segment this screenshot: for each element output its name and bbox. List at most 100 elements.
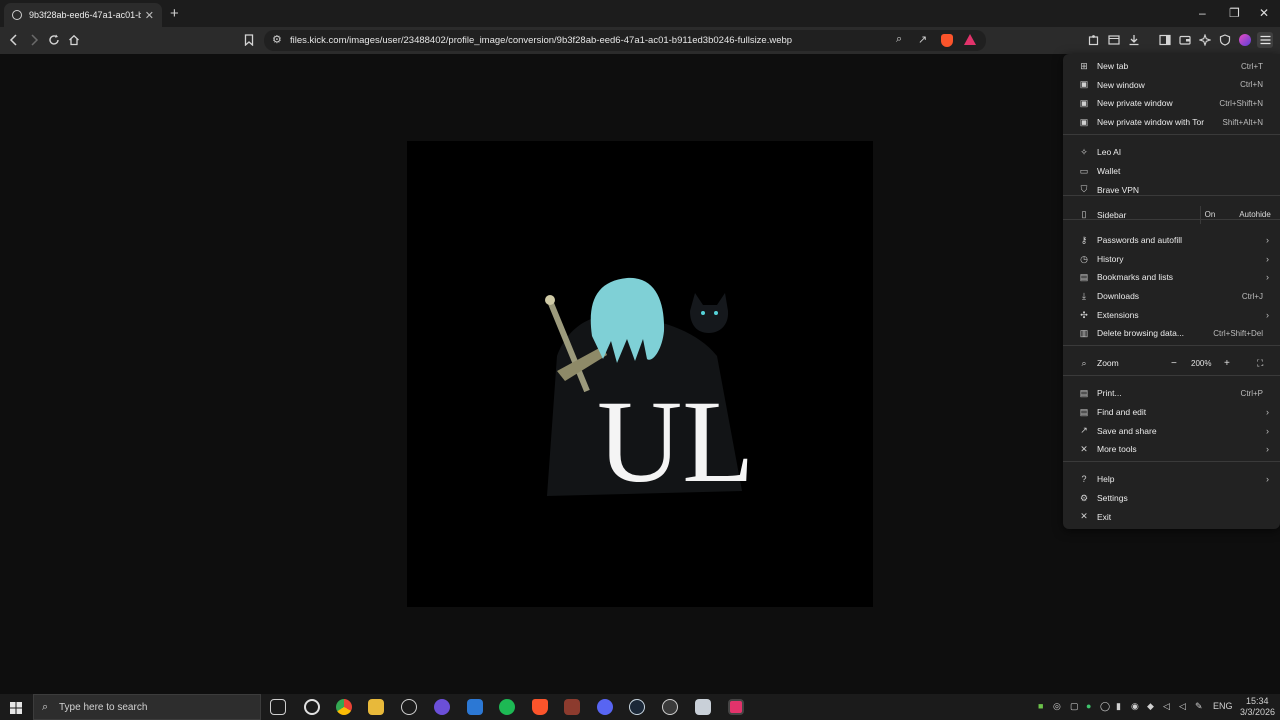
reload-icon[interactable]: [46, 32, 62, 48]
menu-item-extensions[interactable]: ✣ Extensions ›: [1063, 306, 1280, 324]
sidebar-options-divider: [1200, 205, 1201, 224]
tray-steam-icon[interactable]: ◉: [1131, 701, 1139, 712]
taskbar-search-input[interactable]: ⌕ Type here to search: [33, 694, 261, 720]
brave-rewards-icon[interactable]: [964, 34, 976, 45]
steelseries-icon[interactable]: [304, 699, 320, 715]
zoom-in-button[interactable]: +: [1224, 358, 1230, 369]
menu-item-zoom[interactable]: ⌕ Zoom − 200% + ⛶: [1063, 354, 1280, 372]
wallet-toolbar-icon[interactable]: [1177, 32, 1193, 48]
sidebar-toggle-icon[interactable]: [1157, 32, 1173, 48]
tray-monitor-icon[interactable]: ▢: [1070, 701, 1079, 712]
task-view-icon[interactable]: [270, 699, 286, 715]
spotify-icon[interactable]: [499, 699, 515, 715]
tor-window-icon: ▣: [1079, 116, 1089, 127]
address-bar[interactable]: ⚙ files.kick.com/images/user/23488402/pr…: [264, 30, 986, 51]
tray-language[interactable]: ENG: [1213, 701, 1233, 711]
menu-shortcut: Ctrl+Shift+Del: [1213, 328, 1263, 338]
menu-item-new-private-window-with-tor[interactable]: ▣ New private window with Tor Shift+Alt+N: [1063, 113, 1280, 131]
restore-button[interactable]: ❐: [1229, 6, 1240, 20]
tab-capture-icon[interactable]: [1106, 32, 1122, 48]
menu-item-new-private-window[interactable]: ▣ New private window Ctrl+Shift+N: [1063, 94, 1280, 112]
brave-active-icon[interactable]: [728, 699, 744, 715]
tab-title: 9b3f28ab-eed6-47a1-ac01-b911ed3b0246-ful…: [29, 10, 141, 20]
steam-icon[interactable]: [629, 699, 645, 715]
menu-item-leo-ai[interactable]: ✧ Leo AI: [1063, 143, 1280, 161]
new-tab-button[interactable]: +: [170, 5, 179, 22]
minimize-button[interactable]: –: [1199, 6, 1206, 20]
tray-ime-icon[interactable]: ✎: [1195, 701, 1203, 712]
menu-item-label: Passwords and autofill: [1097, 235, 1183, 245]
profile-avatar-icon[interactable]: [1237, 32, 1253, 48]
browser-tab[interactable]: 9b3f28ab-eed6-47a1-ac01-b911ed3b0246-ful…: [4, 3, 162, 27]
sidebar-option-on[interactable]: On: [1200, 206, 1220, 224]
share-page-icon[interactable]: ↗: [918, 33, 927, 46]
menu-item-help[interactable]: ? Help ›: [1063, 470, 1280, 488]
menu-item-wallet[interactable]: ▭ Wallet: [1063, 162, 1280, 180]
menu-item-exit[interactable]: ✕ Exit: [1063, 508, 1280, 526]
sidebar-option-autohide[interactable]: Autohide: [1234, 206, 1276, 224]
tray-nvidia-icon[interactable]: ■: [1038, 701, 1043, 711]
forward-icon[interactable]: [26, 32, 42, 48]
zoom-magnifier-icon[interactable]: ⌕: [896, 33, 902, 46]
home-icon[interactable]: [66, 32, 82, 48]
menu-item-new-tab[interactable]: ⊞ New tab Ctrl+T: [1063, 57, 1280, 75]
menu-item-new-window[interactable]: ▣ New window Ctrl+N: [1063, 76, 1280, 94]
menu-item-delete-browsing-data[interactable]: ▥ Delete browsing data... Ctrl+Shift+Del: [1063, 324, 1280, 342]
menu-separator: [1063, 461, 1280, 462]
tray-network-icon[interactable]: ◆: [1147, 701, 1154, 712]
new-tab-icon: ⊞: [1080, 60, 1088, 71]
menu-item-more-tools[interactable]: ✕ More tools ›: [1063, 440, 1280, 458]
tray-status-icon[interactable]: ●: [1086, 701, 1091, 711]
tray-speaker-icon[interactable]: ◁: [1179, 701, 1186, 712]
menu-item-sidebar[interactable]: ▯SidebarOnAutohideOff: [1063, 205, 1280, 224]
brave-shields-icon[interactable]: [941, 34, 953, 47]
tray-time[interactable]: 15:34: [1246, 696, 1269, 706]
menu-item-label: New window: [1097, 79, 1145, 90]
tray-ring-icon[interactable]: ◯: [1100, 701, 1110, 712]
menu-item-bookmarks-and-lists[interactable]: ▤ Bookmarks and lists ›: [1063, 268, 1280, 286]
menu-item-find-and-edit[interactable]: ▤ Find and edit ›: [1063, 403, 1280, 421]
extensions-icon: ✣: [1080, 309, 1088, 320]
menu-item-settings[interactable]: ⚙ Settings: [1063, 489, 1280, 507]
site-info-icon[interactable]: ⚙: [272, 33, 282, 46]
window-close-button[interactable]: ✕: [1259, 6, 1269, 20]
chrome-icon[interactable]: [336, 699, 352, 715]
bookmarks-icon: ▤: [1079, 271, 1089, 282]
tray-app-icon[interactable]: ◎: [1053, 701, 1061, 712]
menu-item-print[interactable]: ▤ Print... Ctrl+P: [1063, 384, 1280, 402]
zoom-out-button[interactable]: −: [1171, 358, 1177, 369]
file-explorer-icon[interactable]: [368, 699, 384, 715]
downloads-icon[interactable]: [1126, 32, 1142, 48]
menu-item-label: Print...: [1097, 388, 1122, 398]
menu-item-history[interactable]: ◷ History ›: [1063, 250, 1280, 268]
menu-item-passwords-and-autofill[interactable]: ⚷ Passwords and autofill ›: [1063, 231, 1280, 249]
tray-volume-icon[interactable]: ◁: [1163, 701, 1170, 712]
leo-ai-icon: ✧: [1080, 146, 1088, 157]
speedometer-app-icon[interactable]: [401, 699, 417, 715]
back-icon[interactable]: [6, 32, 22, 48]
chevron-right-icon: ›: [1266, 425, 1269, 436]
github-icon[interactable]: [662, 699, 678, 715]
archive-app-icon[interactable]: [564, 699, 580, 715]
windows-start-icon[interactable]: [10, 701, 22, 719]
discord-icon[interactable]: [597, 699, 613, 715]
tab-close-icon[interactable]: ✕: [145, 9, 154, 22]
vpn-toolbar-icon[interactable]: [1217, 32, 1233, 48]
menu-item-downloads[interactable]: ⤓ Downloads Ctrl+J: [1063, 287, 1280, 305]
brave-icon[interactable]: [532, 699, 548, 715]
extensions-puzzle-icon[interactable]: [1086, 32, 1102, 48]
zoom-icon: ⌕: [1081, 357, 1087, 368]
fullscreen-icon[interactable]: ⛶: [1257, 358, 1263, 369]
app-window-icon[interactable]: [695, 699, 711, 715]
leo-ai-toolbar-icon[interactable]: [1197, 32, 1213, 48]
history-icon: ◷: [1080, 253, 1088, 264]
menu-hamburger-icon[interactable]: [1257, 32, 1273, 48]
menu-item-brave-vpn[interactable]: ⛉ Brave VPN: [1063, 181, 1280, 199]
tray-mic-icon[interactable]: ▮: [1116, 701, 1121, 712]
taskbar: ⌕ Type here to search ■ ◎ ▢ ● ◯ ▮ ◉ ◆ ◁ …: [0, 694, 1280, 720]
tray-date[interactable]: 3/3/2026: [1240, 707, 1275, 717]
app-blue-icon[interactable]: [467, 699, 483, 715]
app-purple-icon[interactable]: [434, 699, 450, 715]
bookmark-icon[interactable]: [241, 32, 257, 48]
menu-item-save-and-share[interactable]: ↗ Save and share ›: [1063, 422, 1280, 440]
